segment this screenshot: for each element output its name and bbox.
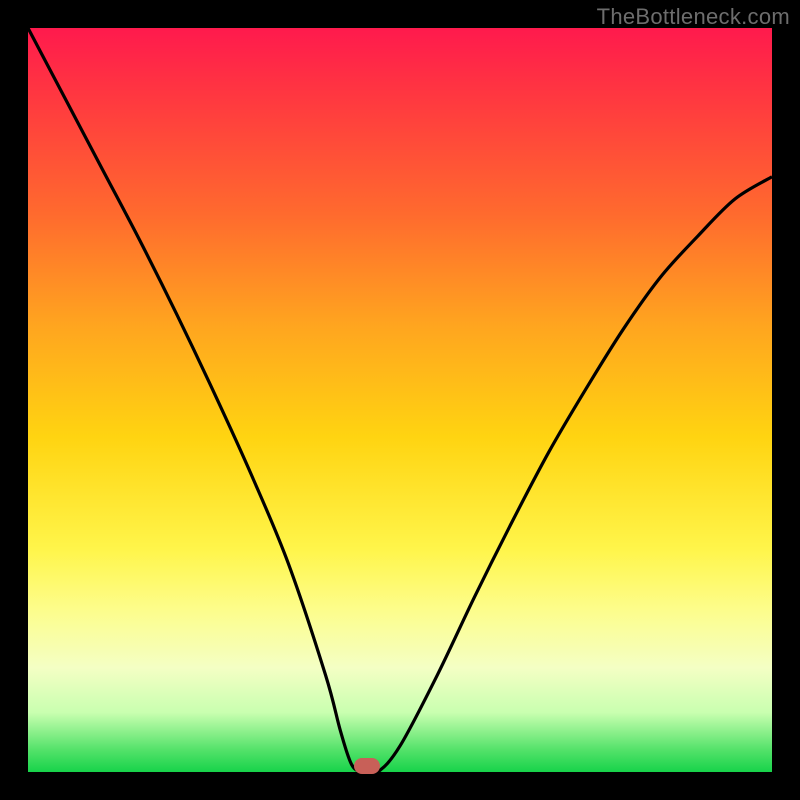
optimal-point-marker: [354, 758, 380, 774]
watermark-text: TheBottleneck.com: [597, 4, 790, 30]
chart-curve-layer: [28, 28, 772, 772]
bottleneck-curve: [28, 28, 772, 774]
chart-frame: TheBottleneck.com: [0, 0, 800, 800]
